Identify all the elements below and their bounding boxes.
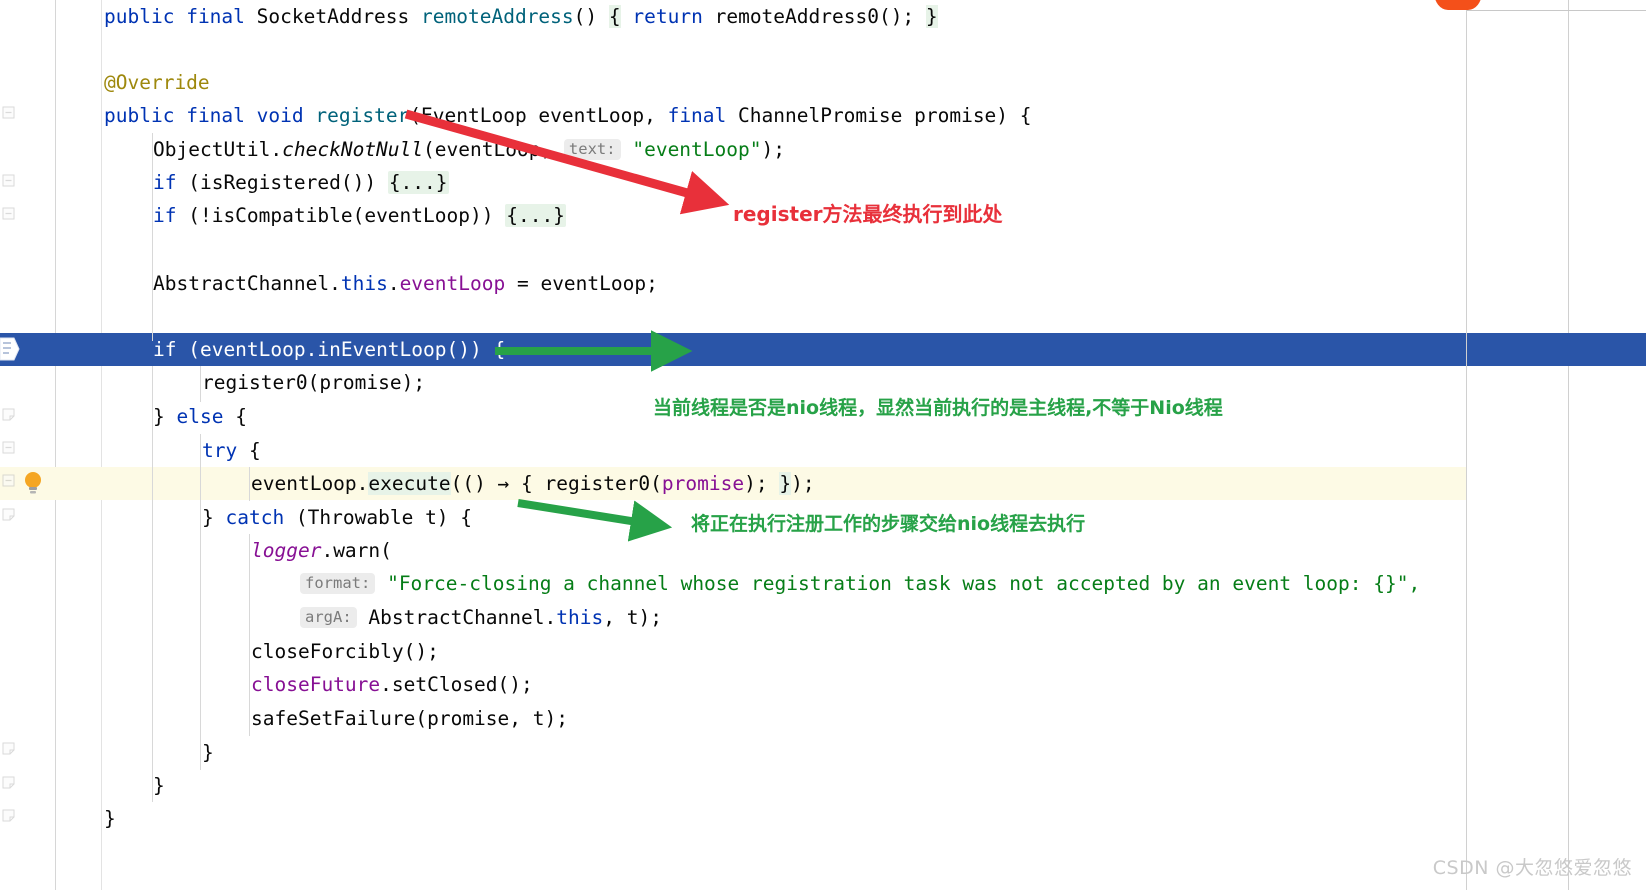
annotation-arrow-red <box>404 109 730 542</box>
csdn-watermark: CSDN @大忽悠爱忽悠 <box>1432 857 1632 879</box>
annotation-label-delegate-to-nio: 将正在执行注册工作的步骤交给nio线程去执行 <box>691 513 1086 535</box>
annotation-label-nio-thread-check: 当前线程是否是nio线程，显然当前执行的是主线程,不等于Nio线程 <box>653 397 1223 419</box>
code-editor[interactable]: public final SocketAddress remoteAddress… <box>0 0 1646 890</box>
annotation-label-register: register方法最终执行到此处 <box>733 202 1003 226</box>
